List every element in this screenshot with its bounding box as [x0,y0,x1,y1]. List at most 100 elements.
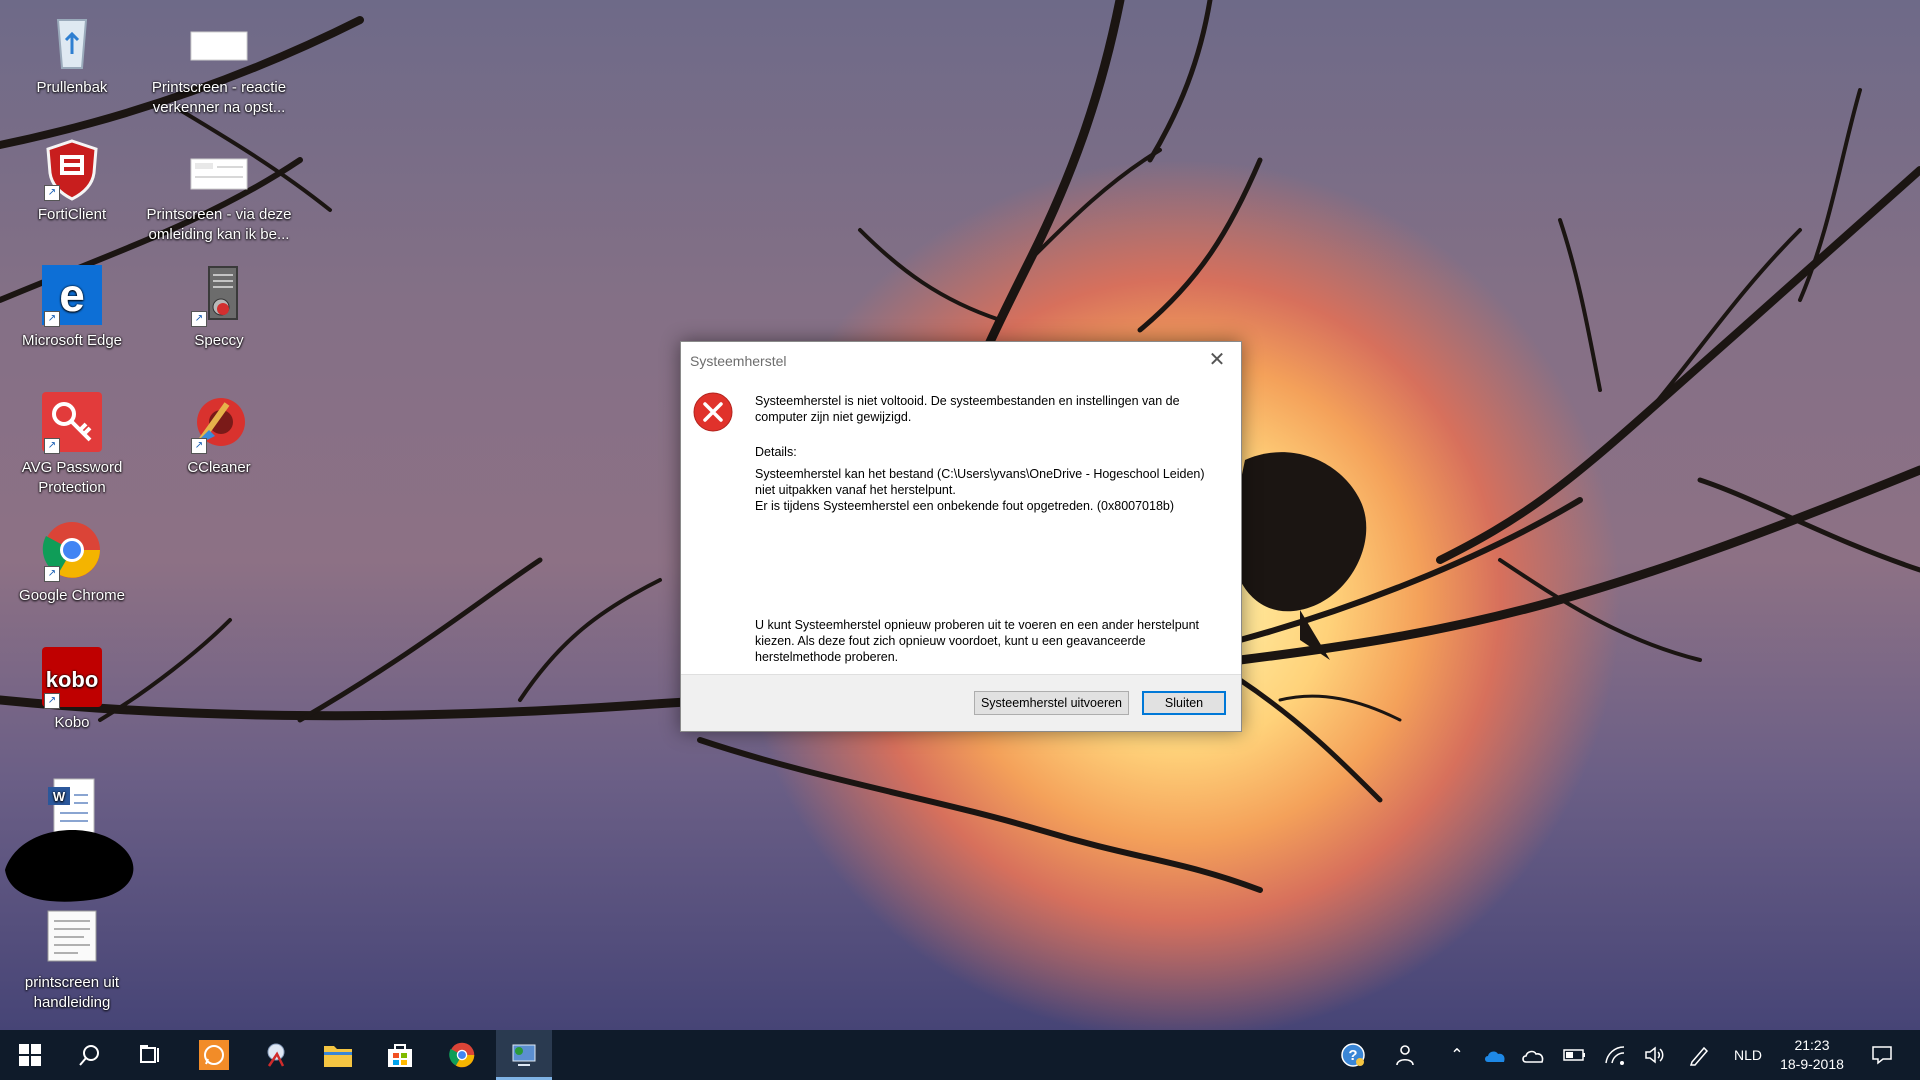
tray-show-hidden-icons[interactable]: ⌃ [1440,1030,1474,1080]
desktop-icon-label: Kobo [54,714,90,731]
dialog-details-label: Details: [755,445,797,459]
desktop-icon-chrome[interactable]: ↗ Google Chrome [0,518,147,606]
dialog-details-line-1: Systeemherstel kan het bestand (C:\Users… [755,467,1205,497]
desktop-icon-printscreen-omleiding[interactable]: Printscreen - via deze omleiding kan ik … [144,137,294,245]
svg-text:W: W [53,789,66,804]
tray-volume[interactable] [1638,1030,1672,1080]
image-thumbnail-icon [187,137,251,201]
start-button[interactable] [2,1030,58,1080]
close-button[interactable]: Sluiten [1142,691,1226,715]
shortcut-arrow-icon: ↗ [191,311,207,327]
run-system-restore-button[interactable]: Systeemherstel uitvoeren [974,691,1129,715]
whatsapp-icon [199,1040,229,1070]
speccy-computer-icon: ↗ [187,263,251,327]
taskbar-store[interactable] [372,1030,428,1080]
people-icon [1396,1045,1414,1066]
taskbar: ? ⌃ NLD 21:23 18-9-2018 [0,1030,1920,1080]
desktop-icon-avg-password[interactable]: ↗ AVG Password Protection [0,390,147,498]
edge-icon: e ↗ [40,263,104,327]
search-icon [79,1045,99,1066]
task-view-icon [140,1045,159,1063]
desktop-icon-edge[interactable]: e ↗ Microsoft Edge [0,263,147,351]
tray-onedrive-business[interactable] [1516,1030,1550,1080]
tray-wifi[interactable] [1598,1030,1632,1080]
ccleaner-icon: ↗ [187,390,251,454]
tray-onedrive[interactable] [1478,1030,1512,1080]
clock-date: 18-9-2018 [1780,1056,1844,1072]
tray-battery[interactable] [1558,1030,1592,1080]
desktop-icon-label: AVG Password Protection [21,459,123,496]
redaction-scribble [5,830,134,902]
battery-icon [1563,1049,1585,1061]
dialog-message: Systeemherstel is niet voltooid. De syst… [755,394,1180,424]
tray-language[interactable]: NLD [1726,1030,1770,1080]
shortcut-arrow-icon: ↗ [44,311,60,327]
tray-action-center[interactable] [1862,1030,1902,1080]
tray-help[interactable]: ? [1336,1030,1370,1080]
dialog-titlebar[interactable]: Systeemherstel ✕ [681,342,1241,378]
chrome-icon [449,1042,475,1068]
dialog-advice: U kunt Systeemherstel opnieuw proberen u… [755,618,1200,664]
desktop-icon-label: Printscreen - via deze omleiding kan ik … [146,206,292,243]
folder-icon [324,1046,352,1067]
dialog-footer: Systeemherstel uitvoeren Sluiten [681,674,1241,731]
svg-text:e: e [59,269,85,321]
desktop-icon-label: CCleaner [187,459,251,476]
recycle-bin-icon [40,10,104,74]
tray-people[interactable] [1388,1030,1422,1080]
store-bag-icon [388,1044,412,1067]
error-icon [693,392,733,432]
pen-icon [1689,1046,1709,1066]
desktop-icon-label: Printscreen - reactie verkenner na opst.… [151,79,287,116]
speaker-icon [1645,1046,1664,1064]
dialog-title: Systeemherstel [690,353,787,369]
kobo-icon: kobo ↗ [40,645,104,709]
windows-logo-icon [19,1044,41,1066]
shortcut-arrow-icon: ↗ [191,438,207,454]
dialog-body: Systeemherstel is niet voltooid. De syst… [681,378,1241,675]
document-thumbnail-icon [40,905,104,969]
desktop-icon-label: Prullenbak [36,79,108,96]
task-view-button[interactable] [122,1030,178,1080]
search-button[interactable] [62,1030,118,1080]
shortcut-arrow-icon: ↗ [44,185,60,201]
desktop-icon-label: printscreen uit handleiding [24,974,120,1011]
forticlient-shield-icon: ↗ [40,137,104,201]
desktop-icon-kobo[interactable]: kobo ↗ Kobo [0,645,147,733]
wifi-icon [1605,1046,1625,1065]
desktop-icon-label: Speccy [194,332,244,349]
help-question-icon: ? [1341,1043,1365,1067]
snipping-tool-icon [267,1043,285,1067]
chrome-icon: ↗ [40,518,104,582]
taskbar-chrome[interactable] [434,1030,490,1080]
clock-time: 21:23 [1794,1037,1830,1053]
desktop-icon-label: Google Chrome [19,587,125,604]
desktop-icon-speccy[interactable]: ↗ Speccy [144,263,294,351]
close-icon[interactable]: ✕ [1205,348,1229,372]
desktop-icon-forticlient[interactable]: ↗ FortiClient [0,137,147,225]
cloud-sync-icon [1522,1050,1544,1063]
desktop-icon-ccleaner[interactable]: ↗ CCleaner [144,390,294,478]
desktop-icon-printscreen-handleiding[interactable]: printscreen uit handleiding [0,905,147,1013]
chevron-up-icon: ⌃ [1450,1047,1464,1064]
taskbar-snipping-tool[interactable] [248,1030,304,1080]
system-restore-icon [512,1044,536,1066]
tray-pen-ink[interactable] [1682,1030,1716,1080]
desktop-icon-label: FortiClient [37,206,107,223]
svg-text:kobo: kobo [46,667,99,692]
onedrive-cloud-icon [1485,1051,1505,1062]
avg-password-key-icon: ↗ [40,390,104,454]
image-thumbnail-icon [187,10,251,74]
desktop-icon-printscreen-reactie[interactable]: Printscreen - reactie verkenner na opst.… [144,10,294,118]
desktop-icon-label: Microsoft Edge [21,332,123,349]
notification-icon [1872,1046,1892,1065]
dialog-details-line-2: Er is tijdens Systeemherstel een onbeken… [755,499,1175,513]
shortcut-arrow-icon: ↗ [44,566,60,582]
taskbar-system-restore-active[interactable] [496,1030,552,1080]
tray-clock[interactable]: 21:23 18-9-2018 [1772,1030,1852,1080]
taskbar-file-explorer[interactable] [310,1030,366,1080]
system-restore-error-dialog: Systeemherstel ✕ Systeemherstel is niet … [680,341,1242,732]
shortcut-arrow-icon: ↗ [44,438,60,454]
desktop-icon-recycle-bin[interactable]: Prullenbak [0,10,147,98]
taskbar-whatsapp[interactable] [186,1030,242,1080]
